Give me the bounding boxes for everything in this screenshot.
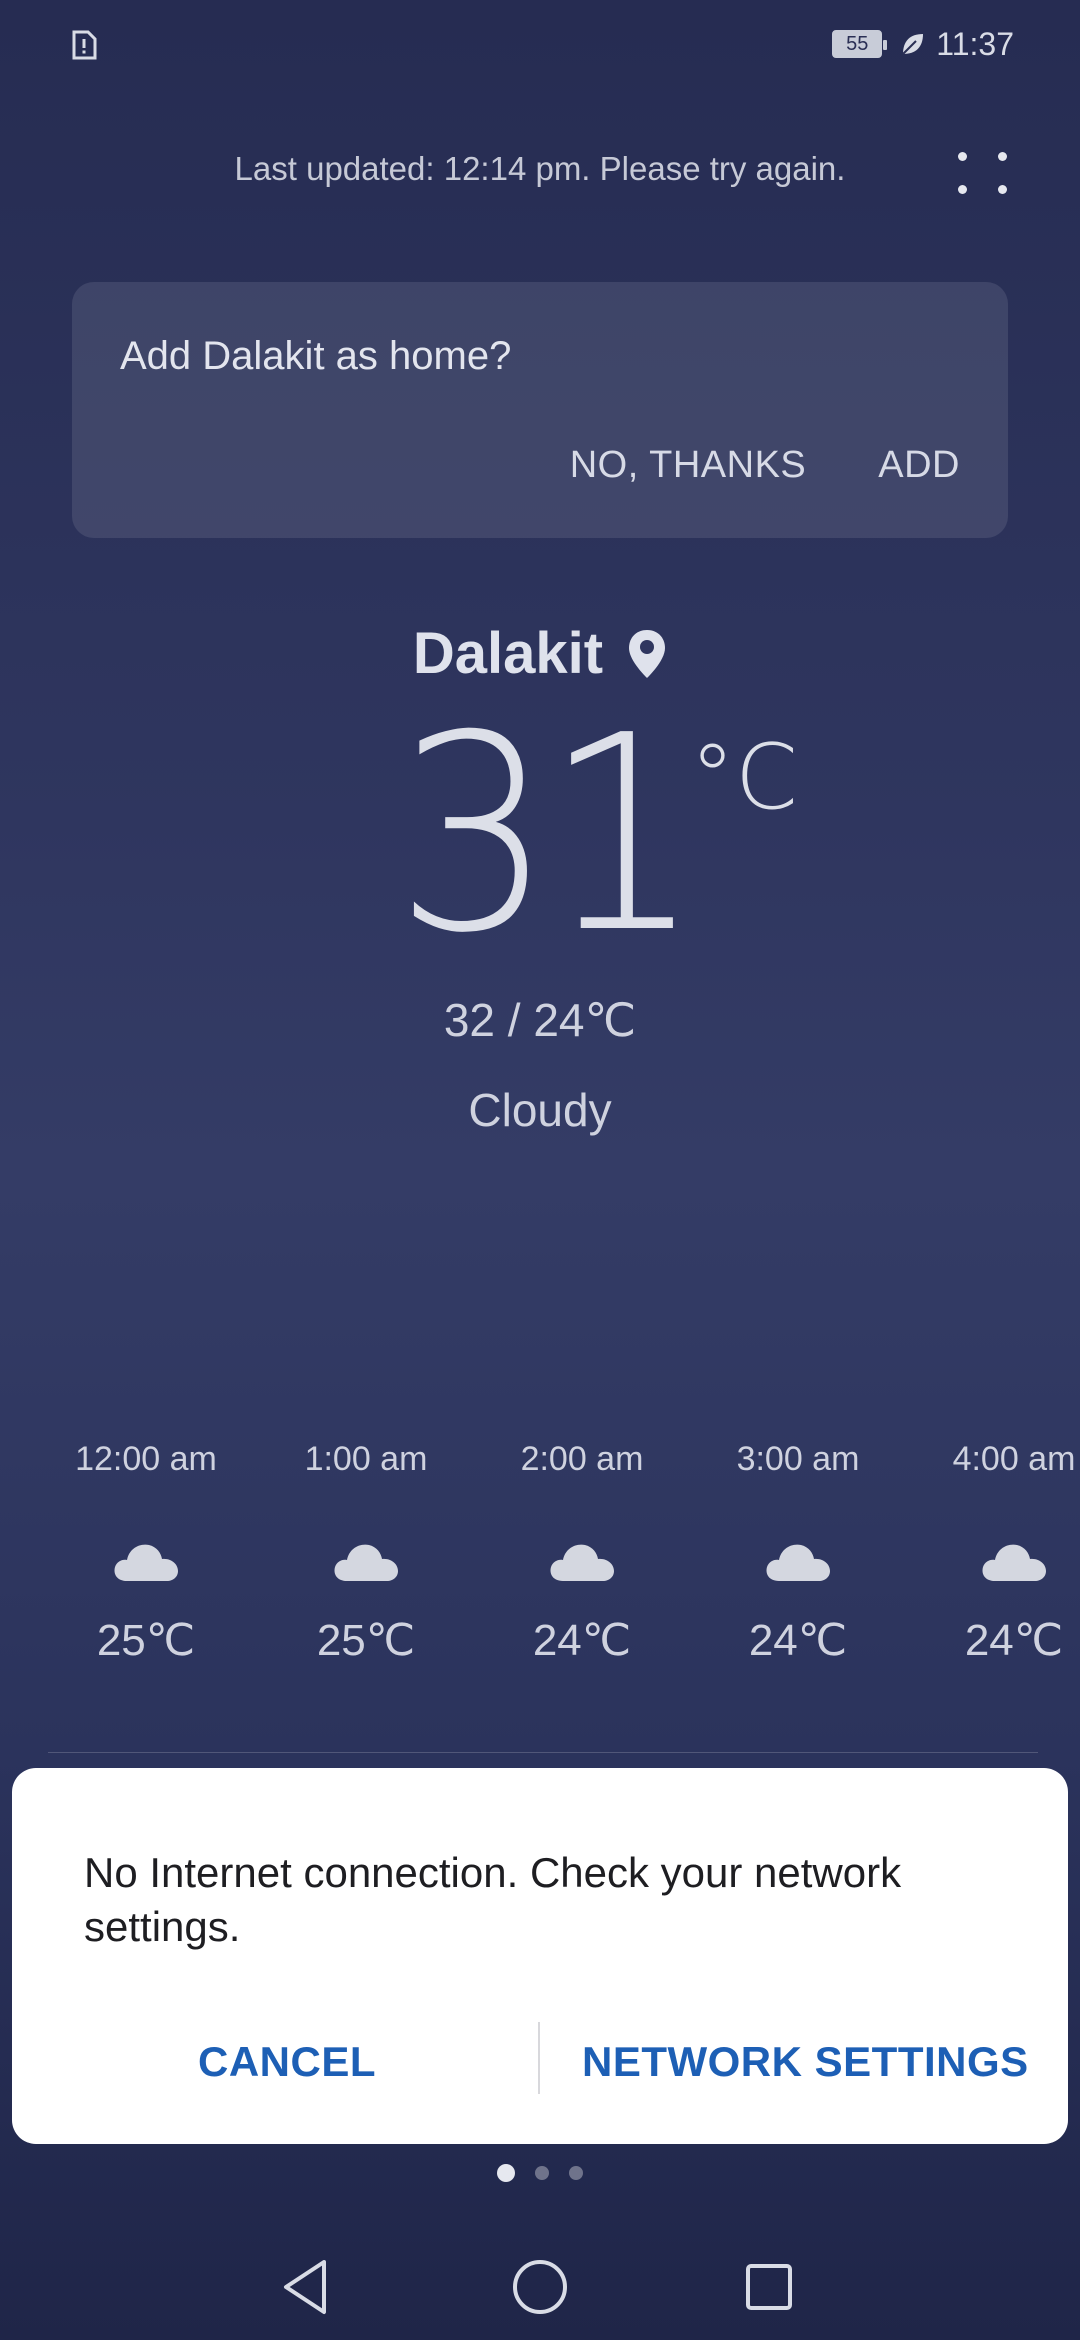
dot [998,152,1007,161]
back-triangle-icon[interactable] [272,2252,342,2322]
status-bar: 55 11:37 [0,0,1080,90]
dot [998,185,1007,194]
navigation-bar [0,2230,1080,2340]
dialog-actions: CANCEL NETWORK SETTINGS [12,2024,1068,2100]
dialog-message: No Internet connection. Check your netwo… [84,1849,902,1950]
hour-item: 4:00 am 24℃ [914,1440,1080,1666]
status-right-group: 55 11:37 [832,22,1014,66]
cloud-icon [766,1544,830,1581]
sim-alert-icon [72,30,97,60]
weather-condition: Cloudy [468,1084,612,1136]
cloud-icon [550,1544,614,1581]
cloud-icon [334,1544,398,1581]
add-home-title: Add Dalakit as home? [120,334,512,378]
cloud-icon [982,1544,1046,1581]
hour-temp: 24℃ [748,1616,848,1665]
dot [958,185,967,194]
page-dot-active [497,2164,515,2182]
page-indicator [0,2164,1080,2182]
cloud-icon [114,1544,178,1581]
add-home-actions: NO, THANKS ADD [570,444,960,487]
dot [958,152,967,161]
hour-time: 4:00 am [952,1440,1076,1478]
hourly-forecast[interactable]: 12:00 am 25℃ 1:00 am 25℃ 2:00 am 24℃ 3:0… [0,1440,1080,1760]
hour-temp: 24℃ [532,1616,632,1665]
cancel-button[interactable]: CANCEL [198,2024,376,2100]
battery-indicator: 55 [832,30,888,58]
hour-temp: 25℃ [316,1616,416,1665]
hourly-divider [48,1752,1038,1753]
page-dot [535,2166,549,2180]
more-dots-icon[interactable] [950,142,1020,208]
hour-time: 3:00 am [736,1440,860,1478]
last-updated-text: Last updated: 12:14 pm. Please try again… [234,150,846,187]
temperature-range: 32 / 24℃ [443,994,637,1046]
temperature-unit: °C [690,725,798,830]
battery-level: 55 [846,32,869,55]
no-internet-dialog: No Internet connection. Check your netwo… [12,1768,1068,2144]
dialog-divider [538,2022,540,2094]
hour-time: 1:00 am [304,1440,428,1478]
add-home-card: Add Dalakit as home? NO, THANKS ADD [72,282,1008,538]
add-button[interactable]: ADD [878,444,960,487]
hour-item: 3:00 am 24℃ [698,1440,898,1666]
recents-square-icon[interactable] [734,2252,804,2322]
hour-time: 12:00 am [75,1440,217,1478]
hour-item: 12:00 am 25℃ [46,1440,246,1666]
hour-time: 2:00 am [520,1440,644,1478]
no-thanks-button[interactable]: NO, THANKS [570,444,807,487]
page-dot [569,2166,583,2180]
hour-temp: 25℃ [96,1616,196,1665]
current-temperature: 31 [395,677,702,992]
leaf-icon [902,34,924,55]
hour-item: 2:00 am 24℃ [482,1440,682,1666]
network-settings-button[interactable]: NETWORK SETTINGS [582,2024,1029,2100]
hour-item: 1:00 am 25℃ [266,1440,466,1666]
status-time: 11:37 [936,25,1014,62]
location-pin-icon [629,629,666,678]
home-circle-icon[interactable] [505,2252,575,2322]
hour-temp: 24℃ [964,1616,1064,1665]
